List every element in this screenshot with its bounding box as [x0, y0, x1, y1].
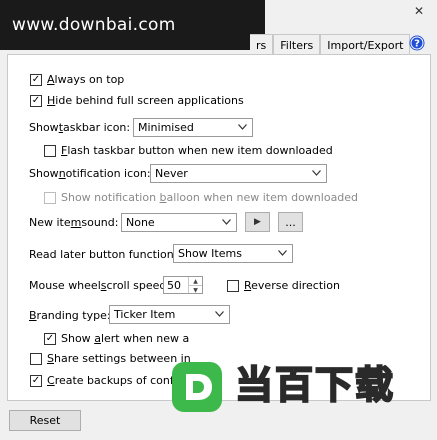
tab-filters[interactable]: Filters	[273, 34, 321, 55]
browse-sound-button[interactable]: ...	[278, 212, 303, 232]
reset-button[interactable]: Reset	[9, 410, 81, 431]
chevron-down-icon	[312, 170, 321, 176]
reverse-direction-label: Reverse direction	[244, 279, 340, 292]
new-item-sound-label: New ite m sound:	[29, 216, 119, 229]
show-alert-option[interactable]: ✓ Show alert when new a	[44, 332, 189, 345]
brand-logo-text: 当百下载	[234, 362, 396, 408]
chevron-down-icon	[215, 311, 224, 317]
hide-fullscreen-label: Hide behind full screen applications	[47, 94, 244, 107]
show-alert-checkbox[interactable]: ✓	[44, 332, 56, 345]
spin-up-icon[interactable]: ▲	[189, 277, 202, 286]
watermark-logo: 当百下载	[165, 355, 437, 420]
notification-balloon-label: Show notification balloon when new item …	[61, 191, 359, 204]
reverse-direction-checkbox[interactable]	[227, 279, 239, 292]
tab-import-export[interactable]: Import/Export	[320, 34, 411, 55]
check-icon: ✓	[31, 374, 41, 386]
notification-balloon-checkbox[interactable]	[44, 191, 56, 204]
share-settings-checkbox[interactable]	[30, 352, 42, 365]
check-icon: ✓	[45, 332, 55, 344]
svg-text:?: ?	[414, 39, 420, 50]
notification-icon-select[interactable]: Never	[150, 164, 327, 183]
taskbar-icon-label: Show t askbar icon:	[29, 121, 131, 134]
branding-type-select[interactable]: Ticker Item	[109, 305, 230, 324]
flash-taskbar-label: Flash taskbar button when new item downl…	[61, 144, 333, 157]
window-close-button[interactable]: ✕	[412, 4, 426, 18]
hide-fullscreen-checkbox[interactable]: ✓	[30, 94, 42, 107]
chevron-down-icon	[238, 124, 247, 130]
scroll-speed-value: 50	[167, 279, 181, 292]
tab-partial[interactable]: rs	[250, 34, 274, 55]
notification-icon-label: Show n otification icon:	[29, 167, 151, 180]
show-alert-label: Show alert when new a	[61, 332, 190, 345]
spin-down-icon[interactable]: ▼	[189, 286, 202, 294]
notification-balloon-option[interactable]: Show notification balloon when new item …	[44, 191, 358, 204]
hide-fullscreen-option[interactable]: ✓ Hide behind full screen applications	[30, 94, 244, 107]
play-icon: ▶	[254, 217, 261, 227]
help-icon: ?	[409, 35, 425, 51]
reverse-direction-option[interactable]: Reverse direction	[227, 279, 340, 292]
brand-logo-icon	[172, 362, 222, 412]
chevron-down-icon	[222, 219, 231, 225]
scroll-speed-stepper[interactable]: 50 ▲ ▼	[163, 276, 203, 294]
check-icon: ✓	[31, 94, 41, 106]
branding-type-label: Branding type:	[29, 309, 111, 322]
read-later-select[interactable]: Show Items	[173, 244, 293, 263]
play-sound-button[interactable]: ▶	[245, 212, 270, 232]
check-icon: ✓	[31, 73, 41, 85]
mouse-wheel-label: Mouse wheel s croll speed:	[29, 279, 171, 292]
tab-strip: rs Filters Import/Export	[250, 33, 411, 55]
read-later-label: Read later button function:	[29, 248, 178, 261]
scroll-speed-spinner[interactable]: ▲ ▼	[188, 277, 202, 294]
create-backups-checkbox[interactable]: ✓	[30, 374, 42, 387]
flash-taskbar-checkbox[interactable]	[44, 144, 56, 157]
always-on-top-checkbox[interactable]: ✓	[30, 73, 42, 86]
watermark-site-text: www.downbai.com	[12, 15, 176, 35]
always-on-top-label: Always on top	[47, 73, 125, 86]
new-item-sound-select[interactable]: None	[121, 213, 237, 232]
flash-taskbar-option[interactable]: Flash taskbar button when new item downl…	[44, 144, 333, 157]
always-on-top-option[interactable]: ✓ Always on top	[30, 73, 124, 86]
chevron-down-icon	[278, 250, 287, 256]
watermark-banner: www.downbai.com	[0, 0, 265, 50]
taskbar-icon-select[interactable]: Minimised	[133, 118, 253, 137]
close-icon: ✕	[413, 4, 425, 18]
help-button[interactable]: ?	[409, 35, 425, 51]
